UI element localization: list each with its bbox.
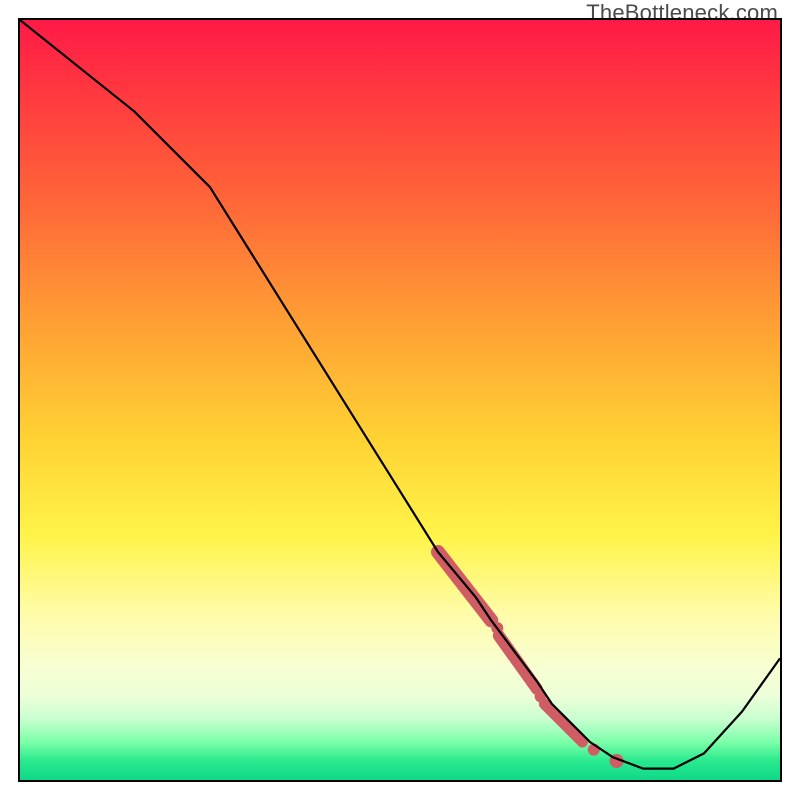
thick-segment-lower — [544, 704, 582, 742]
thick-segment-mid — [499, 636, 537, 689]
chart-frame: TheBottleneck.com — [0, 0, 800, 800]
plot-area — [18, 18, 782, 782]
main-curve — [20, 20, 780, 769]
chart-svg — [20, 20, 780, 780]
